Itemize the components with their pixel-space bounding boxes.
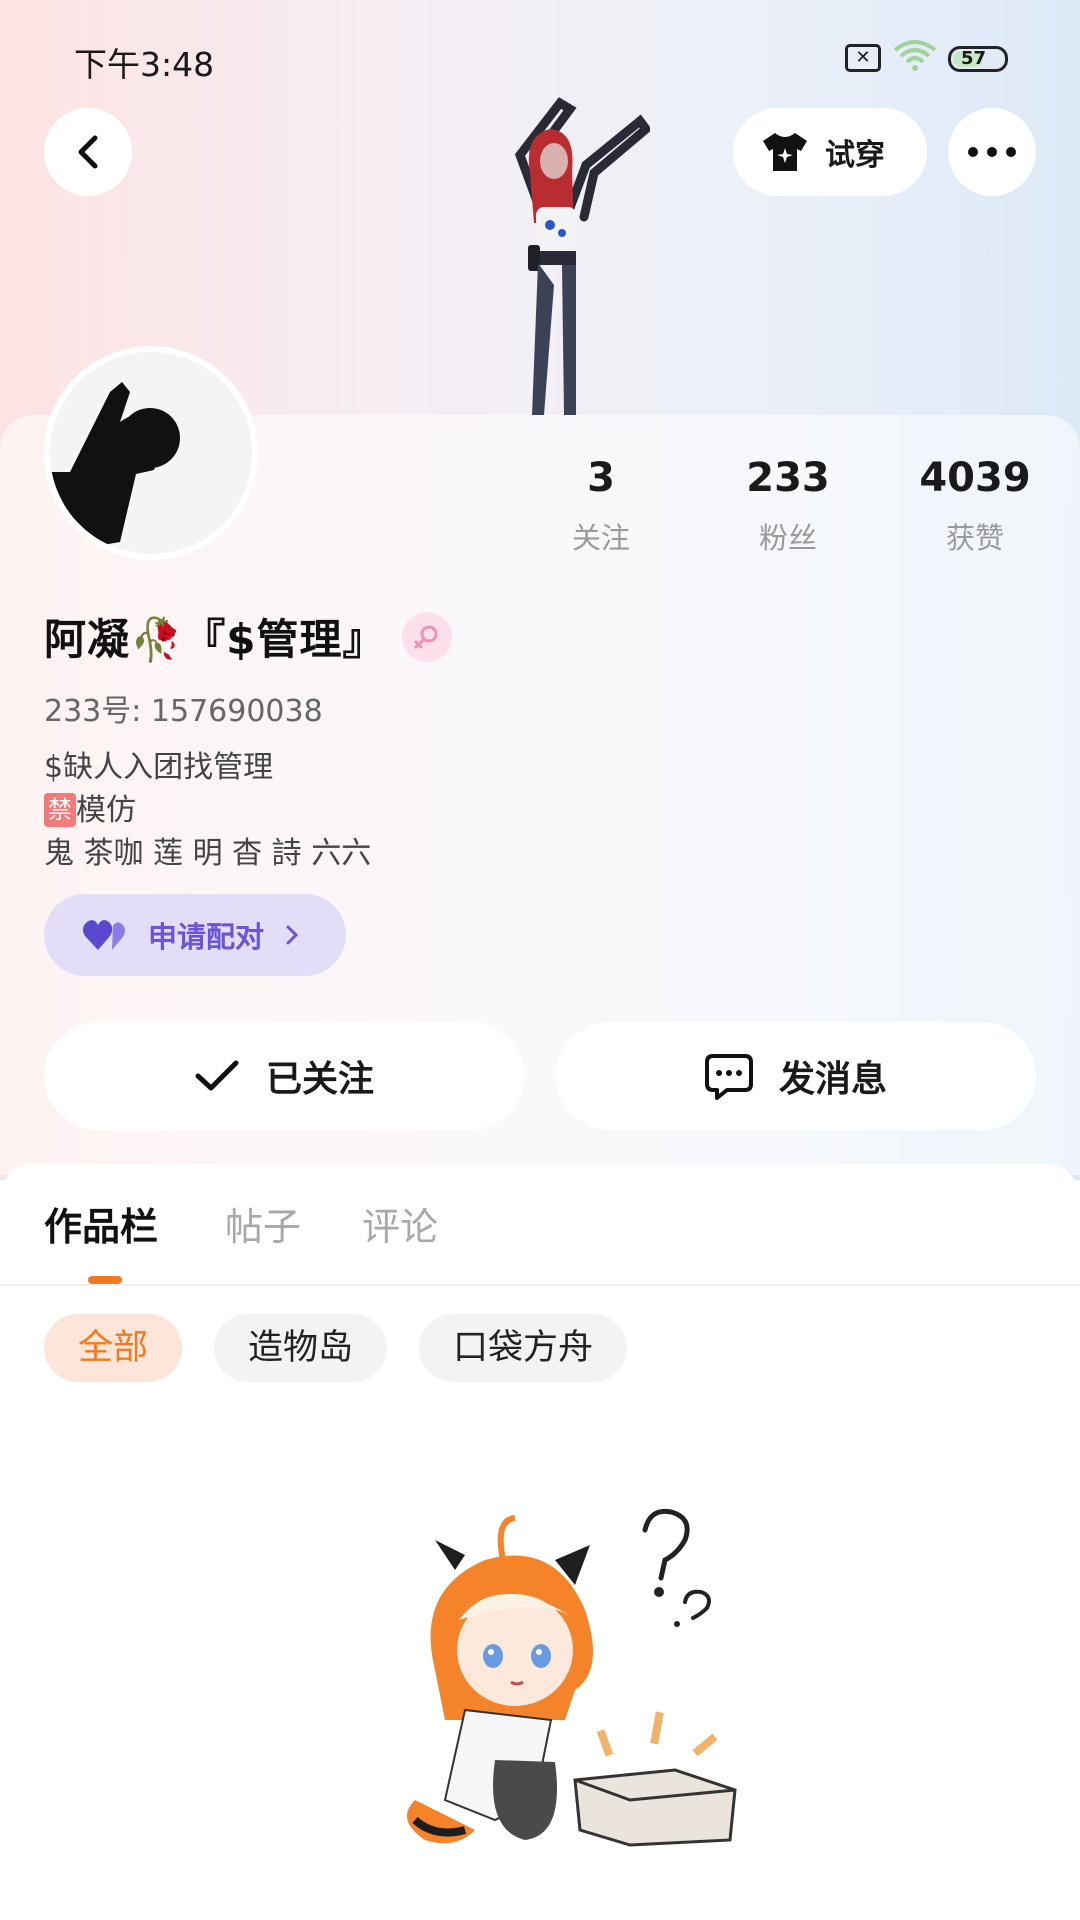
chip-creation-island[interactable]: 造物岛 xyxy=(214,1314,388,1382)
stat-value: 3 xyxy=(587,455,615,501)
stat-following[interactable]: 3 关注 xyxy=(511,455,691,557)
check-icon xyxy=(195,1060,239,1091)
send-message-label: 发消息 xyxy=(778,1059,887,1100)
chevron-right-icon xyxy=(286,925,299,945)
avatar-3d-figure xyxy=(514,97,650,415)
tab-works[interactable]: 作品栏 xyxy=(44,1196,158,1251)
try-on-button[interactable]: 试穿 xyxy=(733,108,927,196)
more-icon xyxy=(968,147,1016,157)
profile-tabs: 作品栏 帖子 评论 xyxy=(0,1196,1080,1286)
stat-likes[interactable]: 4039 获赞 xyxy=(885,455,1065,557)
tab-comments[interactable]: 评论 xyxy=(362,1196,438,1251)
more-button[interactable] xyxy=(948,108,1036,196)
following-button[interactable]: 已关注 xyxy=(44,1022,524,1130)
try-on-label: 试穿 xyxy=(825,138,885,173)
category-filter: 全部 造物岛 口袋方舟 xyxy=(44,1314,628,1382)
user-id: 233号: 157690038 xyxy=(44,694,323,729)
stat-fans[interactable]: 233 粉丝 xyxy=(698,455,878,557)
stat-label: 关注 xyxy=(571,521,630,555)
profile-name: 阿凝🥀『$管理』 xyxy=(44,615,386,664)
chat-icon xyxy=(704,1054,753,1100)
no-sim-icon: ✕ xyxy=(845,44,881,72)
wifi-icon xyxy=(893,40,937,71)
heart-pair-icon xyxy=(82,920,125,950)
battery-level: 57 xyxy=(961,48,987,69)
battery-icon: 57 xyxy=(948,46,1008,72)
status-time: 下午3:48 xyxy=(74,45,215,84)
stat-value: 4039 xyxy=(919,455,1031,501)
send-message-button[interactable]: 发消息 xyxy=(556,1022,1036,1130)
ban-badge: 禁 xyxy=(44,793,76,827)
avatar-silhouette xyxy=(50,352,252,554)
chip-all[interactable]: 全部 xyxy=(44,1314,183,1382)
empty-state-illustration xyxy=(407,1508,737,1847)
female-icon xyxy=(401,611,452,662)
tab-indicator xyxy=(88,1276,122,1284)
name-row: 阿凝🥀『$管理』 xyxy=(44,606,452,667)
back-button[interactable] xyxy=(44,108,132,196)
chip-pocket-ark[interactable]: 口袋方舟 xyxy=(419,1314,628,1382)
tabs-divider xyxy=(0,1284,1080,1286)
bio: $缺人入团找管理 禁模仿 鬼 茶咖 莲 明 杳 詩 六六 xyxy=(44,746,371,875)
stat-value: 233 xyxy=(746,455,830,501)
bio-line-text: 模仿 xyxy=(76,793,136,828)
bio-line: 鬼 茶咖 莲 明 杳 詩 六六 xyxy=(44,836,372,871)
stat-label: 粉丝 xyxy=(758,521,817,555)
apply-pair-button[interactable]: 申请配对 xyxy=(44,894,346,976)
back-icon xyxy=(78,135,98,169)
bio-line: 禁模仿 xyxy=(44,789,371,832)
stat-label: 获赞 xyxy=(945,521,1004,555)
following-label: 已关注 xyxy=(265,1059,374,1100)
tab-posts[interactable]: 帖子 xyxy=(225,1196,301,1251)
bio-line: $缺人入团找管理 xyxy=(44,750,274,785)
tshirt-icon xyxy=(763,133,807,171)
apply-pair-label: 申请配对 xyxy=(148,920,265,954)
avatar[interactable] xyxy=(44,346,258,560)
status-bar: 下午3:48 ✕ 57 xyxy=(0,0,1080,110)
